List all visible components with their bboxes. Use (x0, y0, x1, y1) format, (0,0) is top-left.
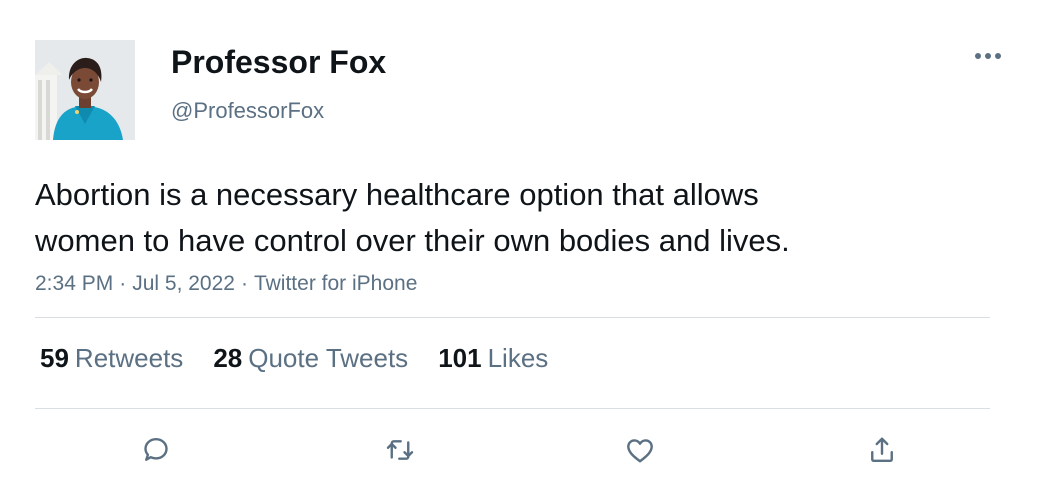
share-button[interactable] (862, 430, 902, 470)
retweets-stat[interactable]: 59 Retweets (40, 343, 183, 374)
quote-tweets-label: Quote Tweets (248, 343, 409, 373)
divider (35, 317, 990, 318)
meta-separator: · (240, 272, 248, 295)
meta-separator: · (119, 272, 127, 295)
profile-photo (35, 40, 135, 140)
avatar[interactable] (35, 40, 135, 140)
like-button[interactable] (620, 430, 660, 470)
user-handle[interactable]: @ProfessorFox (171, 98, 324, 124)
display-name[interactable]: Professor Fox (171, 44, 386, 81)
retweet-icon (386, 440, 414, 460)
tweet-date[interactable]: Jul 5, 2022 (132, 272, 235, 295)
tweet-time[interactable]: 2:34 PM (35, 272, 113, 295)
reply-button[interactable] (136, 430, 176, 470)
share-icon (871, 437, 893, 462)
engagement-stats: 59 Retweets 28 Quote Tweets 101 Likes (40, 343, 548, 374)
likes-label: Likes (487, 343, 549, 373)
likes-count: 101 (438, 343, 482, 373)
more-dots-icon (975, 53, 1001, 59)
retweets-label: Retweets (74, 343, 184, 373)
heart-icon (627, 439, 653, 463)
tweet-meta: 2:34 PM · Jul 5, 2022 · Twitter for iPhone (35, 272, 417, 296)
likes-stat[interactable]: 101 Likes (438, 343, 548, 374)
action-bar (0, 430, 1050, 470)
quote-tweets-stat[interactable]: 28 Quote Tweets (213, 343, 408, 374)
tweet-text: Abortion is a necessary healthcare optio… (35, 177, 790, 258)
more-options-button[interactable] (970, 42, 1006, 70)
tweet-card: Professor Fox @ProfessorFox Abortion is … (0, 0, 1050, 480)
retweets-count: 59 (40, 343, 69, 373)
tweet-source[interactable]: Twitter for iPhone (254, 272, 417, 295)
quote-tweets-count: 28 (213, 343, 243, 373)
reply-icon (144, 438, 168, 461)
retweet-button[interactable] (380, 430, 420, 470)
divider (35, 408, 990, 409)
